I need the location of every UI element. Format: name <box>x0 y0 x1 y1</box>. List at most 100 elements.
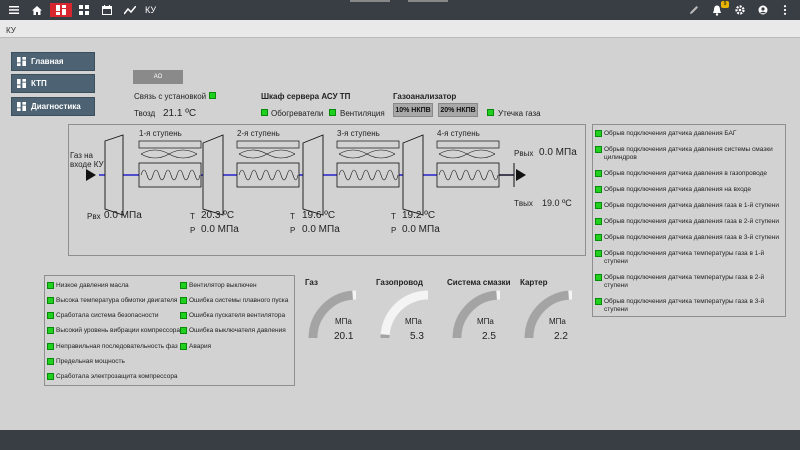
calendar-icon[interactable] <box>98 3 116 17</box>
stage-4-label: 4-я ступень <box>437 129 480 138</box>
gas-inlet-label: Газ на входе КУ <box>70 151 104 169</box>
gas-leak-indicator <box>487 109 494 116</box>
stage-2-p-value: 0.0 МПа <box>302 224 340 235</box>
alarm-indicator <box>595 218 602 225</box>
gauge-lubrication-unit: МПа <box>477 317 494 326</box>
alarm-indicator <box>595 234 602 241</box>
alarm-indicator <box>180 297 187 304</box>
sensor-alarm-item: Обрыв подключения датчика давления газа … <box>595 234 779 242</box>
gauge-lubrication-label: Система смазки <box>447 278 511 287</box>
alarm-indicator <box>47 327 54 334</box>
tab-indicator <box>408 0 448 2</box>
tab-indicator <box>350 0 390 2</box>
nav-button-label: Главная <box>31 57 64 66</box>
gas-analyzer-title: Газоанализатор <box>393 92 457 101</box>
nkpv-10-button[interactable]: 10% НКПВ <box>393 103 433 117</box>
compressor-scheme: Газ на входе КУ 1-я ступень 2-я ступень … <box>68 124 586 256</box>
stage-3-label: 3-я ступень <box>337 129 380 138</box>
ventilation-indicator <box>329 109 336 116</box>
nav-button-label: Диагностика <box>31 102 81 111</box>
stage-2-t-label: T <box>290 212 295 221</box>
alarm-indicator <box>47 358 54 365</box>
heaters-label: Обогреватели <box>271 109 324 118</box>
ventilation-label: Вентиляция <box>340 109 385 118</box>
alarm-item: Сработала электрозащита компрессора <box>47 373 178 381</box>
alarm-indicator <box>180 343 187 350</box>
nav-button-ktp[interactable]: КТП <box>11 74 95 93</box>
pout-value: 0.0 МПа <box>539 147 577 158</box>
server-cabinet-title: Шкаф сервера АСУ ТП <box>261 92 351 101</box>
dashboard-icon[interactable] <box>50 3 72 17</box>
dashboard-icon <box>17 102 26 111</box>
nav-button-diagnostics[interactable]: Диагностика <box>11 97 95 116</box>
alarm-item: Сработала система безопасности <box>47 312 158 320</box>
gauge-crankcase-label: Картер <box>520 278 548 287</box>
tout-value: 19.0 ºС <box>542 198 572 208</box>
nav-button-main[interactable]: Главная <box>11 52 95 71</box>
gear-icon[interactable] <box>731 3 749 17</box>
alarm-indicator <box>595 146 602 153</box>
tout-label: Tвых <box>514 199 533 208</box>
gauge-gas-label: Газ <box>305 278 318 287</box>
gauge-gas-unit: МПа <box>335 317 352 326</box>
stage-2-label: 2-я ступень <box>237 129 280 138</box>
sensor-alarm-item: Обрыв подключения датчика давления газа … <box>595 202 779 210</box>
alarm-item: Предельная мощность <box>47 358 125 366</box>
top-bar: КУ 9 <box>0 0 800 20</box>
alarm-indicator <box>180 282 187 289</box>
grid-icon[interactable] <box>75 3 93 17</box>
connection-indicator <box>209 92 216 99</box>
breadcrumb-label: КУ <box>6 26 16 35</box>
alarm-indicator <box>595 298 602 305</box>
more-icon[interactable] <box>776 3 794 17</box>
alarm-indicator <box>595 186 602 193</box>
sensor-alarm-item: Обрыв подключения датчика давления в газ… <box>595 170 767 178</box>
trend-icon[interactable] <box>121 3 139 17</box>
sensor-alarm-item: Обрыв подключения датчика температуры га… <box>595 250 785 266</box>
bottom-bar <box>0 430 800 450</box>
alarm-indicator <box>47 373 54 380</box>
alarm-indicator <box>595 202 602 209</box>
stage-3-p-label: P <box>391 226 397 235</box>
menu-icon[interactable] <box>5 3 23 17</box>
gauge-pipeline-value: 5.3 <box>410 331 424 342</box>
stage-2-p-label: P <box>290 226 296 235</box>
alarm-indicator <box>47 282 54 289</box>
stage-3-t-label: T <box>391 212 396 221</box>
alarm-item: Ошибка выключателя давления <box>180 327 286 335</box>
tvozd-label: Твозд <box>134 109 156 118</box>
sensor-alarm-item: Обрыв подключения датчика давления на вх… <box>595 186 751 194</box>
stage-2-t-value: 19.6 ºС <box>302 210 336 221</box>
compressor-alarms-panel: Низкое давления масла Высока температура… <box>44 275 295 386</box>
user-icon[interactable] <box>754 3 772 17</box>
alarm-item: Вентилятор выключен <box>180 282 257 290</box>
home-icon[interactable] <box>28 3 46 17</box>
stage-3-t-value: 19.2 ºС <box>402 210 436 221</box>
stage-1-p-label: P <box>190 226 196 235</box>
tvozd-value: 21.1 ºС <box>163 108 197 119</box>
sensor-alarm-item: Обрыв подключения датчика давления газа … <box>595 218 779 226</box>
pencil-icon[interactable] <box>685 3 703 17</box>
alarm-item: Высока температура обмотки двигателя <box>47 297 177 305</box>
gauge-lubrication-value: 2.5 <box>482 331 496 342</box>
scheme-graphic <box>86 134 526 216</box>
sensor-alarm-item: Обрыв подключения датчика температуры га… <box>595 274 785 290</box>
alarm-indicator <box>595 130 602 137</box>
alarm-item: Высокий уровень вибрации компрессора <box>47 327 180 335</box>
alarm-indicator <box>180 327 187 334</box>
connection-label: Связь с установкой <box>134 92 207 101</box>
alarm-indicator <box>595 250 602 257</box>
page-title: КУ <box>145 5 157 15</box>
stage-1-label: 1-я ступень <box>139 129 182 138</box>
dashboard-icon <box>17 79 26 88</box>
nkpv-20-button[interactable]: 20% НКПВ <box>438 103 478 117</box>
alarm-item: Авария <box>180 343 211 351</box>
alarm-item: Неправильная последовательность фаз <box>47 343 178 351</box>
sensor-alarm-item: Обрыв подключения датчика давления БАГ <box>595 130 736 138</box>
ao-button[interactable]: АО <box>133 70 183 84</box>
alarm-indicator <box>595 170 602 177</box>
alarm-indicator <box>180 312 187 319</box>
alarm-indicator <box>47 343 54 350</box>
sensor-alarm-item: Обрыв подключения датчика температуры га… <box>595 298 785 314</box>
stage-1-t-value: 20.3 ºС <box>201 210 235 221</box>
